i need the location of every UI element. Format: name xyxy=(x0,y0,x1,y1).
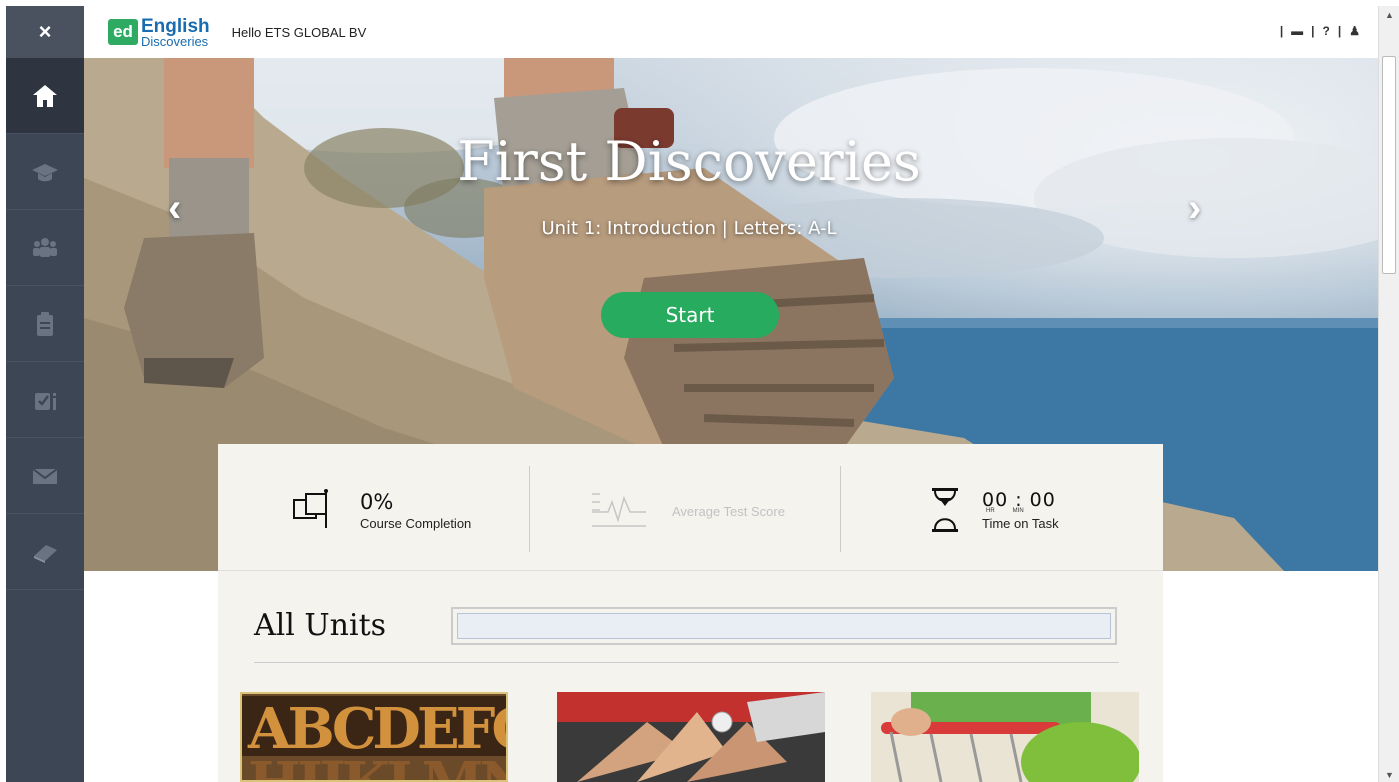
flag-icon xyxy=(293,489,328,528)
logo-line2: Discoveries xyxy=(141,33,209,49)
sidebar-item-library[interactable] xyxy=(6,514,84,590)
time-on-task-stat: 00 : 00 HR MIN Time on Task xyxy=(930,468,1059,552)
stats-panel: 0% Course Completion Average Test Score xyxy=(218,444,1163,571)
hourglass-icon xyxy=(932,488,958,532)
course-title: First Discoveries xyxy=(457,130,921,193)
user-icon[interactable]: ♟ xyxy=(1349,24,1362,38)
book-icon xyxy=(34,544,57,563)
average-score-label: Average Test Score xyxy=(672,503,785,519)
separator: | xyxy=(1279,24,1286,38)
sidebar: × xyxy=(6,6,84,782)
clipboard-icon xyxy=(37,311,53,336)
logo-ed-mark: ed xyxy=(108,19,138,45)
course-subtitle: Unit 1: Introduction | Letters: A-L xyxy=(541,218,837,239)
units-divider xyxy=(254,662,1119,663)
scroll-up-arrow-icon[interactable]: ▲ xyxy=(1385,10,1394,20)
unit-thumbnail-image: ABCDEFG HIJKLMN xyxy=(242,694,508,782)
header-toolbar: | ▬ | ? | ♟ xyxy=(1280,24,1362,38)
home-icon xyxy=(33,84,57,107)
unit-card[interactable] xyxy=(557,692,825,782)
logo-text: English Discoveries xyxy=(141,17,210,48)
top-header: ed English Discoveries Hello ETS GLOBAL … xyxy=(84,6,1378,58)
time-hr-label: HR xyxy=(986,508,995,514)
app-logo[interactable]: ed English Discoveries xyxy=(108,17,210,48)
separator: | xyxy=(1337,24,1344,38)
sidebar-item-messages[interactable] xyxy=(6,438,84,514)
course-progress-card: 0% Course Completion Average Test Score xyxy=(218,444,1163,782)
scroll-thumb[interactable] xyxy=(1382,56,1396,274)
separator: | xyxy=(1311,24,1317,38)
assessment-icon xyxy=(35,392,56,410)
completion-value: 0% xyxy=(360,489,394,514)
unit-card[interactable] xyxy=(871,692,1139,782)
logo-line1: English xyxy=(141,15,210,37)
sidebar-item-community[interactable] xyxy=(6,210,84,286)
sidebar-item-courses[interactable] xyxy=(6,134,84,210)
unit-thumbnail-image xyxy=(871,692,1139,782)
page-scrollbar[interactable]: ▲ ▼ xyxy=(1378,6,1399,782)
stat-divider xyxy=(529,466,530,552)
mail-icon xyxy=(32,467,58,484)
sidebar-item-assignments[interactable] xyxy=(6,286,84,362)
units-search-input[interactable] xyxy=(457,613,1111,639)
average-score-stat: Average Test Score xyxy=(590,468,785,552)
completion-label: Course Completion xyxy=(360,515,472,531)
help-icon[interactable]: ? xyxy=(1323,24,1332,38)
community-icon xyxy=(33,237,57,257)
course-completion-stat: 0% Course Completion xyxy=(292,468,471,552)
all-units-title: All Units xyxy=(254,608,387,643)
book-icon[interactable]: ▬ xyxy=(1291,24,1305,38)
unit-card[interactable]: ABCDEFG HIJKLMN xyxy=(240,692,508,782)
sidebar-item-home[interactable] xyxy=(6,58,84,134)
units-search-field[interactable] xyxy=(451,607,1117,645)
time-label: Time on Task xyxy=(982,516,1059,531)
start-button[interactable]: Start xyxy=(601,292,779,338)
close-menu-button[interactable]: × xyxy=(6,6,84,58)
user-greeting: Hello ETS GLOBAL BV xyxy=(231,24,367,40)
pulse-chart-icon xyxy=(592,493,646,527)
unit-thumbnail-image xyxy=(557,692,825,782)
stat-divider xyxy=(840,466,841,552)
scroll-down-arrow-icon[interactable]: ▼ xyxy=(1385,770,1394,780)
svg-text:HIJKLMN: HIJKLMN xyxy=(248,750,508,782)
sidebar-item-assessments[interactable] xyxy=(6,362,84,438)
graduation-cap-icon xyxy=(32,163,58,181)
time-min-label: MIN xyxy=(1012,508,1024,514)
